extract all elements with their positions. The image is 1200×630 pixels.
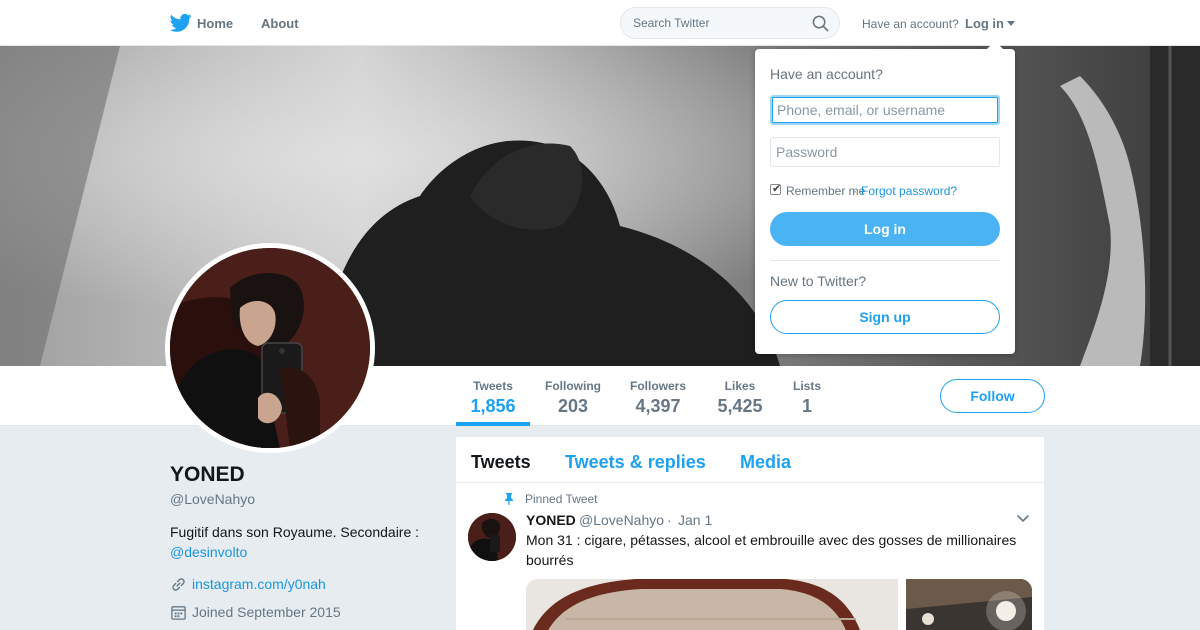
profile-bio: Fugitif dans son Royaume. Secondaire : @… (170, 522, 440, 562)
tweet-separator: · (667, 512, 672, 528)
follow-button[interactable]: Follow (940, 379, 1045, 413)
timeline-tabs: Tweets Tweets & replies Media (456, 437, 1044, 483)
stat-value: 203 (557, 396, 589, 416)
dropdown-divider (770, 260, 1000, 261)
signup-button[interactable]: Sign up (770, 300, 1000, 334)
stat-label: Tweets (473, 379, 513, 393)
search-icon[interactable] (812, 15, 829, 32)
have-account-text: Have an account? (862, 17, 959, 31)
joined-date: Joined September 2015 (192, 604, 341, 620)
login-dropdown-toggle[interactable]: Log in (965, 16, 1004, 31)
bio-text: Fugitif dans son Royaume. Secondaire : (170, 524, 420, 540)
nav-about-link[interactable]: About (261, 16, 299, 31)
dropdown-caret (987, 41, 1003, 49)
stat-following[interactable]: Following 203 (540, 379, 606, 417)
stat-likes[interactable]: Likes 5,425 (712, 379, 768, 417)
stat-label: Likes (724, 379, 756, 393)
stat-label: Followers (629, 379, 686, 393)
active-stat-underline (456, 422, 530, 426)
profile-url-link[interactable]: instagram.com/y0nah (192, 576, 326, 592)
password-field[interactable] (770, 137, 1000, 167)
twitter-bird-icon[interactable] (170, 13, 192, 33)
search-box (620, 7, 840, 39)
tweet-text: Mon 31 : cigare, pétasses, alcool et emb… (526, 532, 1017, 568)
tab-media[interactable]: Media (740, 452, 791, 473)
profile-avatar[interactable] (165, 243, 375, 453)
tweet-avatar[interactable] (468, 513, 516, 561)
tab-tweets-replies[interactable]: Tweets & replies (565, 452, 706, 473)
tweet-author-name[interactable]: YONED (526, 512, 576, 528)
tweet-timestamp[interactable]: Jan 1 (678, 512, 712, 528)
stat-followers[interactable]: Followers 4,397 (624, 379, 692, 417)
timeline: Tweets Tweets & replies Media Pinned Twe… (456, 437, 1044, 630)
stat-label: Following (545, 379, 601, 393)
caret-down-icon[interactable] (1007, 21, 1015, 26)
pinned-tweet-label: Pinned Tweet (525, 492, 598, 506)
checkmark-icon: ✔ (772, 183, 782, 195)
stat-label: Lists (792, 379, 821, 393)
link-icon (172, 578, 185, 591)
chevron-down-icon[interactable] (1017, 515, 1029, 523)
tweet-author-handle[interactable]: @LoveNahyo (579, 512, 664, 528)
stat-value: 1 (801, 396, 812, 416)
nav-home-link[interactable]: Home (197, 16, 233, 31)
tab-tweets[interactable]: Tweets (471, 452, 531, 473)
forgot-password-link[interactable]: Forgot password? (861, 184, 957, 198)
stat-value: 5,425 (717, 396, 763, 416)
stat-value: 4,397 (635, 396, 681, 416)
tweet-media-image[interactable] (526, 579, 898, 630)
remember-me-checkbox[interactable]: ✔ (770, 183, 782, 195)
search-input[interactable] (633, 8, 803, 38)
username-field[interactable] (770, 95, 1000, 125)
tweet-media-image[interactable] (906, 579, 1032, 630)
avatar-photo (170, 248, 370, 448)
bio-mention-link[interactable]: @desinvolto (170, 544, 247, 560)
stat-lists[interactable]: Lists 1 (786, 379, 828, 417)
dropdown-title: Have an account? (770, 66, 883, 82)
stat-tweets[interactable]: Tweets 1,856 (456, 379, 530, 417)
stat-value: 1,856 (470, 396, 516, 416)
login-dropdown: Have an account? ✔ Remember me · Forgot … (755, 41, 1015, 354)
remember-separator: · (853, 184, 857, 198)
profile-name[interactable]: YONED (170, 463, 245, 487)
top-navigation-bar: Home About Have an account? Log in (0, 0, 1200, 46)
pin-icon (505, 493, 513, 505)
profile-handle[interactable]: @LoveNahyo (170, 491, 255, 507)
calendar-icon (171, 606, 186, 620)
new-to-twitter-text: New to Twitter? (770, 273, 867, 289)
login-submit-button[interactable]: Log in (770, 212, 1000, 246)
